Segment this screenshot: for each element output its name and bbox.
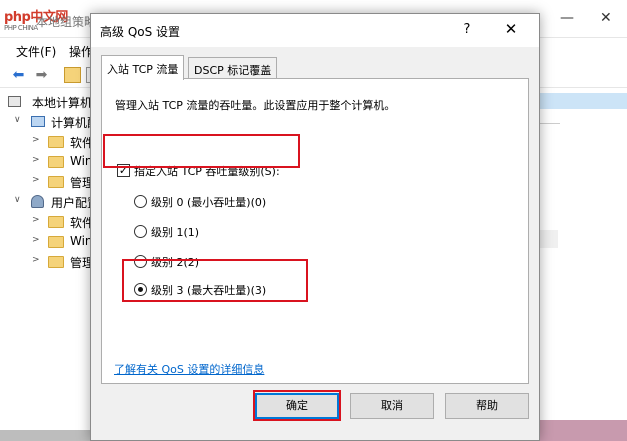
computer-config-icon <box>31 116 45 127</box>
right-pane-selection <box>540 93 627 109</box>
ok-button[interactable]: 确定 <box>255 393 339 419</box>
radio-label: 级别 2(2) <box>151 256 200 269</box>
advanced-qos-dialog: 高级 QoS 设置 ? ✕ 入站 TCP 流量 DSCP 标记覆盖 管理入站 T… <box>90 13 540 441</box>
background-window-title: 本地组策略 <box>36 15 97 29</box>
folder-icon <box>48 136 64 148</box>
expand-chevron-icon[interactable]: > <box>32 155 40 165</box>
expand-chevron-icon[interactable]: > <box>32 135 40 145</box>
minimize-icon[interactable]: — <box>560 10 574 26</box>
checkmark-icon: ✓ <box>118 164 129 177</box>
qos-more-info-link[interactable]: 了解有关 QoS 设置的详细信息 <box>114 361 264 377</box>
status-bar <box>0 430 90 441</box>
expand-chevron-icon[interactable]: > <box>32 175 40 185</box>
checkbox-label: 指定入站 TCP 吞吐量级别(S): <box>134 165 280 178</box>
user-config-icon <box>31 195 44 208</box>
back-arrow-icon[interactable]: ⬅ <box>10 67 27 83</box>
desktop-strip <box>540 420 627 441</box>
tab-panel: 管理入站 TCP 流量的吞吐量。此设置应用于整个计算机。 ✓ 指定入站 TCP … <box>101 78 529 384</box>
close-icon[interactable]: ✕ <box>501 20 521 38</box>
panel-description: 管理入站 TCP 流量的吞吐量。此设置应用于整个计算机。 <box>115 99 396 112</box>
expand-chevron-icon[interactable]: > <box>32 255 40 265</box>
tab-inbound-tcp[interactable]: 入站 TCP 流量 <box>101 55 185 80</box>
tab-dscp-override[interactable]: DSCP 标记覆盖 <box>188 57 278 79</box>
collapse-chevron-icon[interactable]: ∨ <box>14 195 21 205</box>
dialog-titlebar: 高级 QoS 设置 ? ✕ <box>91 14 539 47</box>
collapse-chevron-icon[interactable]: ∨ <box>14 115 21 125</box>
radio-button[interactable] <box>134 255 147 268</box>
expand-chevron-icon[interactable]: > <box>32 215 40 225</box>
folder-icon <box>48 236 64 248</box>
radio-button[interactable] <box>134 195 147 208</box>
folder-icon <box>48 256 64 268</box>
computer-icon <box>8 96 21 107</box>
radio-button-selected[interactable] <box>134 283 147 296</box>
help-question-icon[interactable]: ? <box>457 22 477 37</box>
help-button[interactable]: 帮助 <box>445 393 529 419</box>
folder-icon <box>48 176 64 188</box>
right-pane-row <box>540 230 558 248</box>
radio-dot-icon <box>138 287 143 292</box>
dialog-title: 高级 QoS 设置 <box>100 25 181 39</box>
cancel-button[interactable]: 取消 <box>350 393 434 419</box>
specify-throughput-checkbox[interactable]: ✓ <box>117 164 130 177</box>
expand-chevron-icon[interactable]: > <box>32 235 40 245</box>
policy-tree: 本地计算机 ∨ 计算机配 > 软件 > Win > 管理 ∨ 用户配置 > 软件… <box>0 90 100 441</box>
up-folder-icon[interactable] <box>64 67 81 83</box>
right-pane-divider <box>540 123 560 124</box>
radio-button[interactable] <box>134 225 147 238</box>
folder-icon <box>48 156 64 168</box>
radio-label: 级别 3 (最大吞吐量)(3) <box>151 284 267 297</box>
folder-icon <box>48 216 64 228</box>
forward-arrow-icon[interactable]: ➡ <box>33 67 50 83</box>
tab-label: 入站 TCP 流量 <box>107 63 179 76</box>
menu-file[interactable]: 文件(F) <box>16 43 56 60</box>
radio-label: 级别 0 (最小吞吐量)(0) <box>151 196 267 209</box>
close-icon[interactable]: ✕ <box>600 10 612 26</box>
tab-label: DSCP 标记覆盖 <box>194 64 272 77</box>
radio-label: 级别 1(1) <box>151 226 200 239</box>
